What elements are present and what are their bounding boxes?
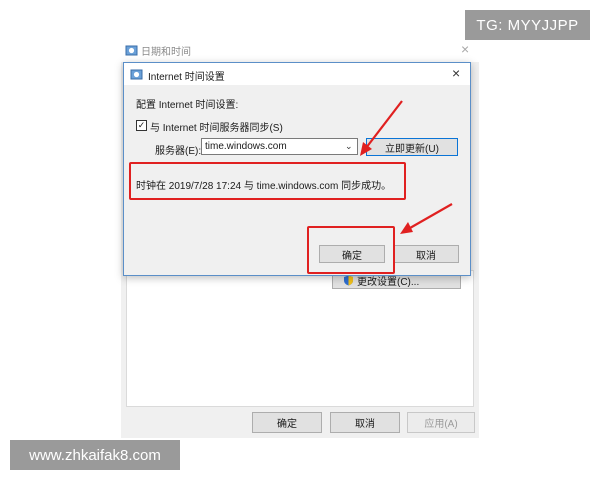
arrow-icon [400, 203, 453, 234]
watermark-url: www.zhkaifak8.com [10, 440, 180, 470]
arrow-icon [360, 100, 403, 156]
annotation-arrows [360, 100, 453, 234]
watermark-badge: TG: MYYJJPP [465, 10, 590, 40]
